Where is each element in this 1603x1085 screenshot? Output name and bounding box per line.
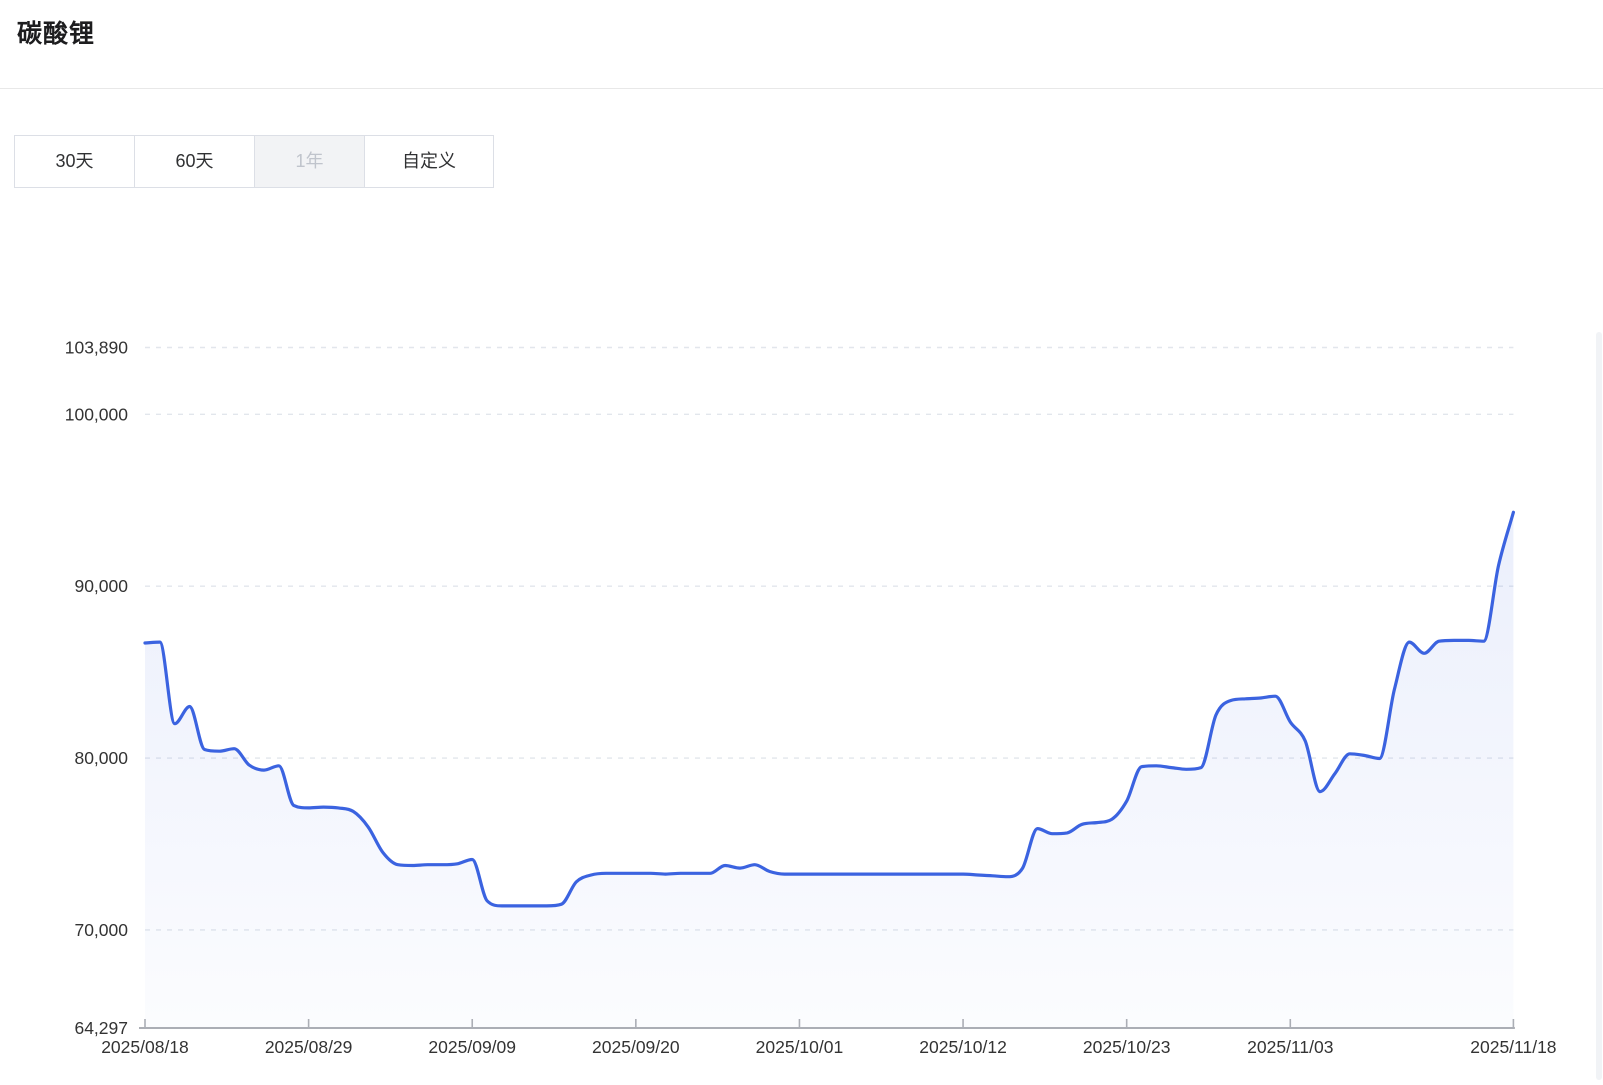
series-area-fill (145, 512, 1514, 1028)
price-chart-svg: 103,890100,00090,00080,00070,00064,29720… (65, 338, 1557, 1058)
x-axis-label: 2025/08/29 (265, 1037, 353, 1057)
x-axis-label: 2025/09/09 (428, 1037, 516, 1057)
y-axis-label: 90,000 (74, 576, 128, 596)
x-axis-label: 2025/10/01 (756, 1037, 844, 1057)
y-axis-label: 103,890 (65, 338, 129, 358)
x-axis-label: 2025/09/20 (592, 1037, 680, 1057)
x-axis-label: 2025/11/03 (1247, 1037, 1333, 1057)
price-chart: 103,890 100,000 90,000 80,000 70,000 64,297 20… (0, 0, 1603, 1080)
x-axis-label: 2025/10/12 (919, 1037, 1007, 1057)
x-axis-label: 2025/10/23 (1083, 1037, 1171, 1057)
scrollbar-thumb[interactable] (1596, 332, 1602, 1080)
y-axis-label: 64,297 (74, 1018, 128, 1038)
y-axis-label: 80,000 (74, 748, 128, 768)
y-axis-label: 100,000 (65, 404, 129, 424)
x-axis-label: 2025/11/18 (1470, 1037, 1556, 1057)
y-axis-label: 70,000 (74, 920, 128, 940)
x-axis-label: 2025/08/18 (101, 1037, 189, 1057)
page: { "page": { "title": "碳酸锂" }, "toolbar":… (0, 0, 1603, 1080)
